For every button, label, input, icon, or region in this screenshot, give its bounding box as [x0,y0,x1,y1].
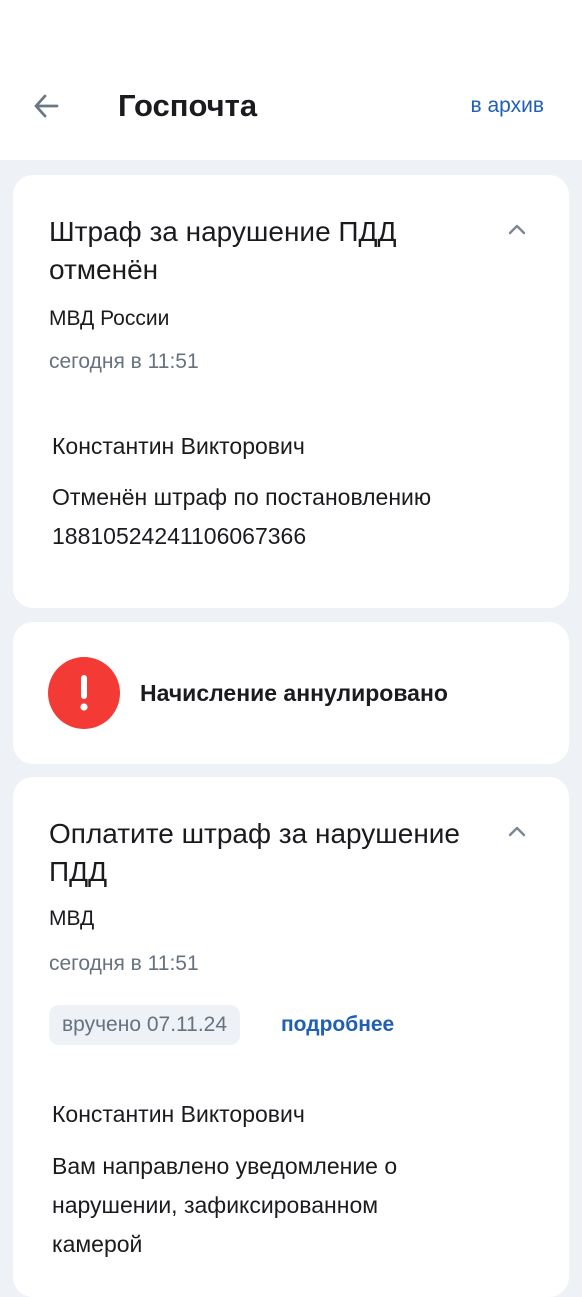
app-header: Госпочта в архив [0,0,582,160]
message-body: Отменён штраф по постановлению 188105242… [52,484,432,549]
collapse-button[interactable] [503,215,531,243]
page-title: Госпочта [118,88,258,123]
message-sender: МВД России [49,307,170,330]
message-title: Оплатите штраф за нарушение ПДД [49,818,461,887]
message-recipient: Константин Викторович [52,433,305,459]
status-notice-card: Начисление аннулировано [13,622,569,764]
details-link[interactable]: подробнее [281,1011,394,1039]
message-card-fine-cancelled[interactable]: Штраф за нарушение ПДД отменён МВД Росси… [13,175,569,608]
message-sender: МВД [49,907,95,930]
chevron-up-icon [508,224,526,235]
arrow-left-icon [34,94,59,118]
chevron-up-icon [508,826,526,837]
message-card-pay-fine[interactable]: Оплатите штраф за нарушение ПДД МВД сего… [13,777,569,1297]
delivered-badge: вручено 07.11.24 [49,1005,241,1045]
message-date: сегодня в 11:51 [49,350,199,373]
archive-button[interactable]: в архив [471,92,545,120]
message-recipient: Константин Викторович [52,1101,305,1127]
alert-badge [48,657,120,729]
message-date: сегодня в 11:51 [49,952,199,975]
back-button[interactable] [26,86,66,126]
message-title: Штраф за нарушение ПДД отменён [49,216,397,285]
message-body: Вам направлено уведомление о нарушении, … [52,1153,398,1257]
status-notice-text: Начисление аннулировано [140,680,448,706]
collapse-button[interactable] [503,817,531,845]
exclamation-icon [80,675,88,711]
